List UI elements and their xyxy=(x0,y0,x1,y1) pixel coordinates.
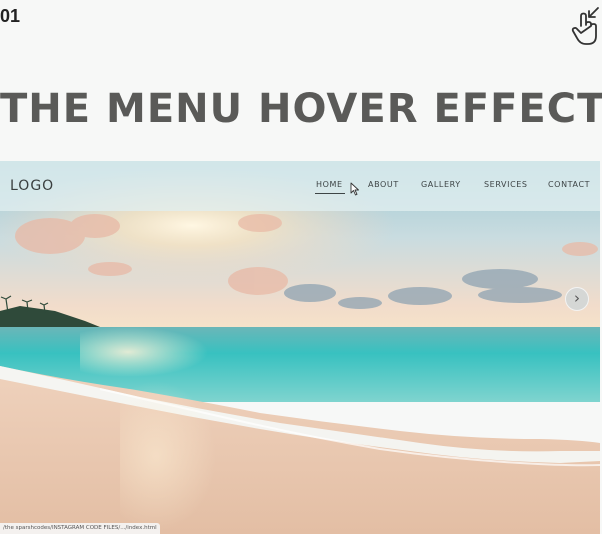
nav-link-services[interactable]: SERVICES xyxy=(484,180,528,189)
site-navbar: LOGO HOME ABOUT GALLERY SERVICES CONTACT xyxy=(0,161,600,211)
mouse-cursor-icon xyxy=(350,182,359,196)
beach-hero-image xyxy=(0,161,600,534)
nav-link-gallery[interactable]: GALLERY xyxy=(421,180,461,189)
nav-link-home[interactable]: HOME xyxy=(316,180,343,189)
nav-active-underline xyxy=(315,193,345,194)
nav-link-contact[interactable]: CONTACT xyxy=(548,180,590,189)
status-bar-url: /the sparshcodes/INSTAGRAM CODE FILES/..… xyxy=(0,523,160,534)
swipe-hand-icon xyxy=(571,7,599,45)
website-preview: LOGO HOME ABOUT GALLERY SERVICES CONTACT… xyxy=(0,161,600,534)
nav-link-about[interactable]: ABOUT xyxy=(368,180,399,189)
slide-number: 01 xyxy=(0,6,21,26)
slider-next-button[interactable]: › xyxy=(565,287,589,311)
page-title: THE MENU HOVER EFFECT xyxy=(0,86,602,132)
site-logo[interactable]: LOGO xyxy=(10,178,54,194)
chevron-right-icon: › xyxy=(574,289,580,307)
